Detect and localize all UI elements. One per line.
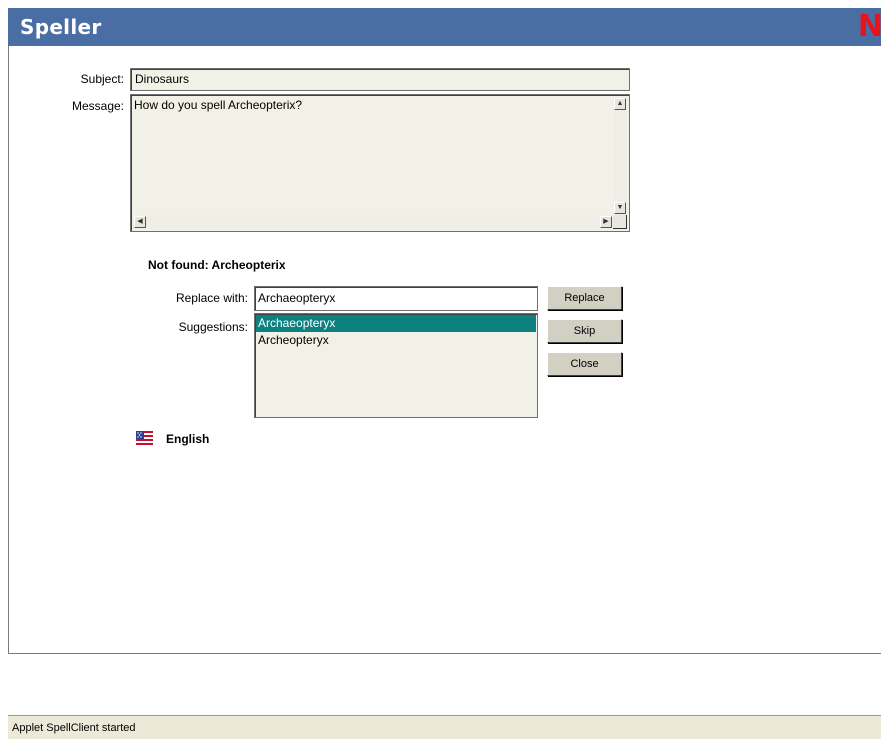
- suggestions-label: Suggestions:: [178, 320, 248, 334]
- subject-label: Subject:: [80, 72, 124, 86]
- skip-button[interactable]: Skip: [547, 319, 622, 343]
- replace-with-label: Replace with:: [175, 291, 248, 305]
- not-found-message: Not found: Archeopterix: [148, 258, 286, 272]
- scroll-up-icon[interactable]: ▲: [614, 98, 626, 110]
- language-label: English: [166, 432, 210, 446]
- scroll-corner: [613, 215, 627, 229]
- suggestions-list[interactable]: Archaeopteryx Archeopteryx: [254, 313, 538, 418]
- message-label: Message:: [71, 99, 124, 113]
- us-flag-icon: [136, 431, 153, 445]
- suggestion-item[interactable]: Archaeopteryx: [256, 315, 536, 332]
- replace-with-input[interactable]: Archaeopteryx: [254, 286, 538, 311]
- title-bar: Speller N: [8, 8, 881, 46]
- suggestion-item[interactable]: Archeopteryx: [256, 332, 536, 349]
- status-bar: Applet SpellClient started: [8, 715, 881, 739]
- scroll-down-icon[interactable]: ▼: [614, 202, 626, 214]
- horizontal-scrollbar[interactable]: ◀ ▶: [133, 215, 613, 229]
- scroll-right-icon[interactable]: ▶: [600, 216, 612, 228]
- vertical-scrollbar[interactable]: ▲ ▼: [613, 97, 627, 215]
- replace-button[interactable]: Replace: [547, 286, 622, 310]
- scroll-left-icon[interactable]: ◀: [134, 216, 146, 228]
- message-textarea[interactable]: How do you spell Archeopterix? ▲ ▼ ◀ ▶: [130, 94, 630, 232]
- message-text: How do you spell Archeopterix?: [134, 98, 303, 112]
- close-button[interactable]: Close: [547, 352, 622, 376]
- brand-logo: N: [857, 9, 881, 44]
- subject-field[interactable]: Dinosaurs: [130, 68, 630, 91]
- window-title: Speller: [20, 15, 102, 39]
